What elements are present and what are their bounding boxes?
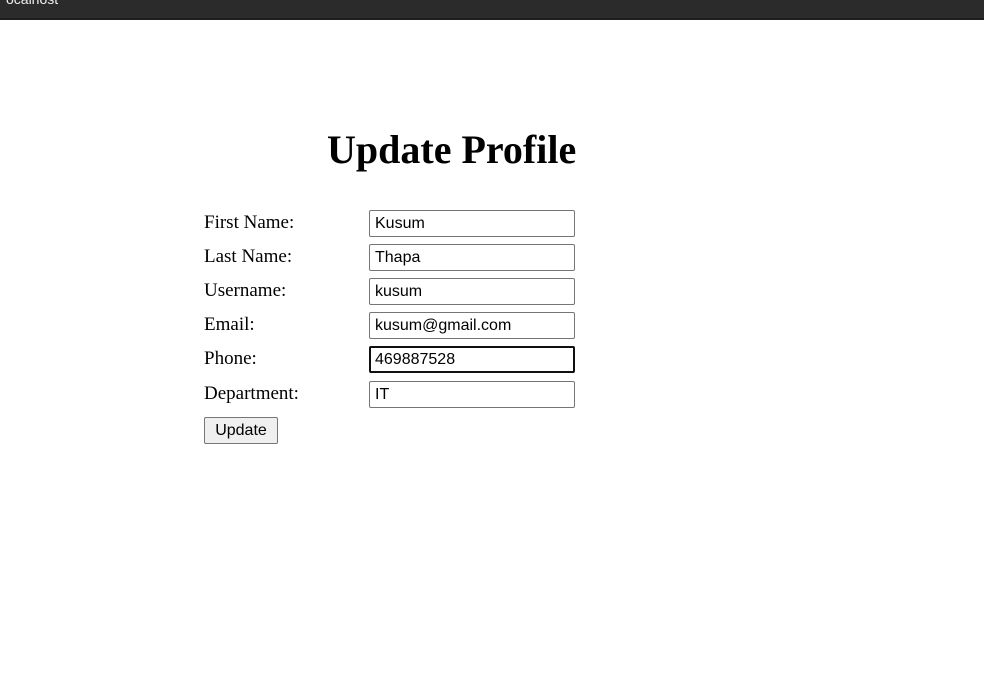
browser-top-bar: ocalhost [0, 0, 984, 20]
email-label: Email: [204, 314, 255, 335]
first-name-input[interactable] [369, 210, 575, 237]
update-button[interactable]: Update [204, 417, 278, 444]
username-input[interactable] [369, 278, 575, 305]
email-row: Email: [204, 312, 584, 346]
department-input[interactable] [369, 381, 575, 408]
phone-row: Phone: [204, 346, 584, 381]
page-title: Update Profile [327, 127, 577, 172]
first-name-label: First Name: [204, 212, 295, 233]
update-profile-form: First Name: Last Name: Username: Email: … [204, 210, 584, 415]
last-name-label: Last Name: [204, 246, 293, 267]
last-name-input[interactable] [369, 244, 575, 271]
last-name-row: Last Name: [204, 244, 584, 278]
top-bar-text: ocalhost [6, 0, 58, 7]
username-label: Username: [204, 280, 287, 301]
department-label: Department: [204, 383, 299, 404]
username-row: Username: [204, 278, 584, 312]
email-input[interactable] [369, 312, 575, 339]
department-row: Department: [204, 381, 584, 415]
phone-input[interactable] [369, 346, 575, 373]
phone-label: Phone: [204, 348, 257, 369]
first-name-row: First Name: [204, 210, 584, 244]
